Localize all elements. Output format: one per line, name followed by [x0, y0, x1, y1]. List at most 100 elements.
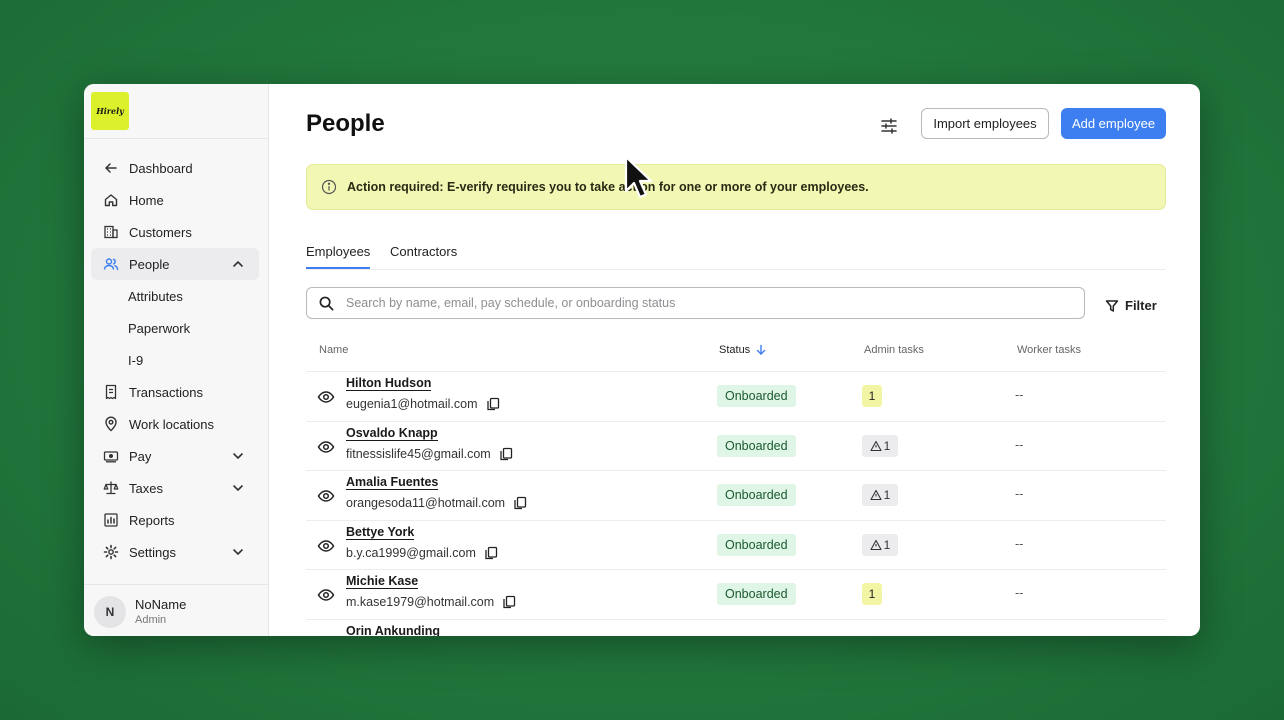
chevron-up-icon[interactable] [231, 257, 245, 271]
copy-icon[interactable] [513, 496, 527, 510]
worker-tasks: -- [1015, 437, 1024, 452]
admin-tasks-count: 1 [883, 438, 891, 453]
sidebar-item-label: Home [129, 192, 164, 208]
warning-icon [870, 440, 882, 451]
search-box[interactable] [306, 287, 1085, 319]
warning-icon [870, 539, 882, 550]
admin-tasks-badge[interactable]: 1 [862, 583, 882, 605]
eye-icon[interactable] [317, 487, 335, 505]
status-badge: Onboarded [717, 484, 796, 506]
import-employees-button[interactable]: Import employees [921, 108, 1049, 139]
alert-text: Action required: E-verify requires you t… [347, 180, 869, 194]
scale-icon [103, 480, 119, 496]
filter-icon [1105, 299, 1119, 312]
sidebar-item-attributes[interactable]: Attributes [91, 280, 259, 312]
sidebar-item-label: Pay [129, 448, 152, 464]
sidebar: Hirely Dashboard Home Customers People Attri… [84, 84, 269, 636]
tabs: Employees Contractors [306, 244, 1166, 270]
sidebar-nav: Dashboard Home Customers People Attributes Pa… [91, 152, 259, 568]
employee-name-link[interactable]: Michie Kase [346, 574, 419, 589]
status-badge: Onboarded [717, 533, 796, 556]
logo[interactable]: Hirely [91, 92, 129, 130]
sidebar-item-customers[interactable]: Customers [91, 216, 259, 248]
sidebar-item-work-locations[interactable]: Work locations [91, 408, 259, 440]
sidebar-item-label: Attributes [128, 288, 183, 304]
eye-icon[interactable] [317, 537, 335, 555]
admin-tasks-badge[interactable]: 1 [862, 385, 882, 407]
worker-tasks: -- [1015, 487, 1024, 501]
main-content: People Import employees Add employee Act… [269, 84, 1200, 636]
table-row[interactable]: Amalia Fuentes orangesoda11@hotmail.com On… [306, 471, 1166, 521]
sidebar-item-paperwork[interactable]: Paperwork [91, 312, 259, 344]
employee-name-link[interactable]: Hilton Hudson [346, 376, 432, 391]
admin-tasks-badge[interactable]: 1 [862, 484, 898, 506]
employee-name-link[interactable]: Amalia Fuentes [346, 475, 439, 490]
sidebar-item-transactions[interactable]: Transactions [91, 376, 259, 408]
column-settings-button[interactable] [877, 114, 901, 138]
status-badge: Onboarded [717, 385, 796, 407]
eye-icon[interactable] [317, 586, 335, 604]
divider [84, 584, 268, 585]
copy-icon[interactable] [484, 546, 498, 560]
table-row[interactable]: Michie Kase m.kase1979@hotmail.com Onboard… [306, 570, 1166, 620]
tab-employees[interactable]: Employees [306, 244, 371, 269]
employee-name-link[interactable]: Orin Ankunding [346, 624, 440, 637]
employee-email-text: b.y.ca1999@gmail.com [346, 545, 476, 560]
employee-email-text: orangesoda11@hotmail.com [346, 496, 506, 510]
chart-icon [103, 512, 119, 528]
tab-contractors[interactable]: Contractors [390, 244, 457, 269]
user-name: NoName [135, 597, 187, 612]
employee-table-body: Hilton Hudson eugenia1@hotmail.com Onboard… [306, 372, 1166, 636]
eye-icon[interactable] [317, 438, 335, 456]
filter-button[interactable]: Filter [1105, 298, 1157, 313]
chevron-down-icon[interactable] [231, 449, 245, 463]
table-row[interactable]: Orin Ankunding [306, 620, 1166, 637]
user-profile[interactable]: N NoName Admin [94, 596, 186, 628]
column-name[interactable]: Name [319, 344, 348, 356]
sidebar-item-i-9[interactable]: I-9 [91, 344, 259, 376]
sidebar-item-label: Paperwork [128, 320, 191, 336]
copy-icon[interactable] [499, 447, 513, 461]
sidebar-item-people[interactable]: People [91, 248, 259, 280]
sidebar-item-taxes[interactable]: Taxes [91, 472, 259, 504]
employee-email-text: fitnessislife45@gmail.com [346, 446, 491, 461]
employee-email: orangesoda11@hotmail.com [346, 496, 527, 510]
table-row[interactable]: Hilton Hudson eugenia1@hotmail.com Onboard… [306, 372, 1166, 422]
money-icon [103, 448, 119, 464]
sidebar-item-label: Taxes [129, 480, 163, 496]
chevron-down-icon[interactable] [231, 481, 245, 495]
table-row[interactable]: Bettye York b.y.ca1999@gmail.com Onboarded… [306, 521, 1166, 570]
arrow-left-icon [103, 160, 119, 176]
action-required-alert: Action required: E-verify requires you t… [306, 164, 1166, 210]
employee-name-link[interactable]: Osvaldo Knapp [346, 426, 438, 441]
copy-icon[interactable] [502, 595, 516, 609]
sidebar-item-label: Settings [129, 544, 176, 560]
info-icon [321, 179, 337, 195]
admin-tasks-badge[interactable]: 1 [862, 434, 898, 457]
column-status[interactable]: Status [719, 344, 767, 356]
employee-email: fitnessislife45@gmail.com [346, 447, 513, 461]
sidebar-item-dashboard[interactable]: Dashboard [91, 152, 259, 184]
sidebar-item-pay[interactable]: Pay [91, 440, 259, 472]
sidebar-item-home[interactable]: Home [91, 184, 259, 216]
admin-tasks-badge[interactable]: 1 [862, 533, 898, 556]
sidebar-item-label: Work locations [129, 416, 215, 432]
add-employee-button[interactable]: Add employee [1061, 108, 1166, 139]
avatar: N [94, 596, 126, 628]
column-worker-tasks[interactable]: Worker tasks [1017, 344, 1081, 356]
eye-icon[interactable] [317, 388, 335, 406]
column-admin-tasks[interactable]: Admin tasks [864, 344, 924, 356]
copy-icon[interactable] [486, 397, 500, 411]
search-input[interactable] [346, 296, 1084, 310]
sidebar-item-label: Dashboard [129, 160, 193, 176]
chevron-down-icon[interactable] [231, 545, 245, 559]
employee-name-link[interactable]: Bettye York [346, 525, 415, 540]
sidebar-item-settings[interactable]: Settings [91, 536, 259, 568]
admin-tasks-count: 1 [883, 488, 891, 502]
sidebar-item-label: Reports [129, 512, 175, 528]
people-icon [103, 256, 119, 272]
table-row[interactable]: Osvaldo Knapp fitnessislife45@gmail.com On… [306, 422, 1166, 471]
page-title: People [306, 110, 385, 137]
home-icon [103, 192, 119, 208]
sidebar-item-reports[interactable]: Reports [91, 504, 259, 536]
